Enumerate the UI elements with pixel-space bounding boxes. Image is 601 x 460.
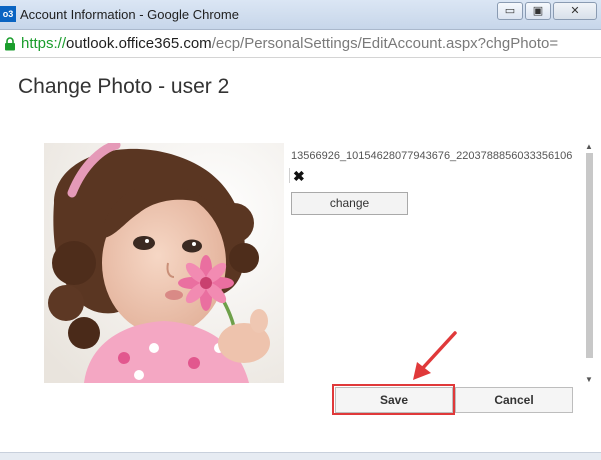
window-bottom-edge (0, 452, 601, 460)
cancel-button[interactable]: Cancel (455, 387, 573, 413)
page-title: Change Photo - user 2 (18, 75, 230, 98)
profile-photo (44, 143, 284, 383)
url-path: /ecp/PersonalSettings/EditAccount.aspx?c… (211, 35, 559, 52)
url-text[interactable]: https://outlook.office365.com/ecp/Person… (21, 35, 558, 52)
change-photo-button[interactable]: change (291, 192, 408, 215)
url-host: outlook.office365.com (66, 35, 212, 52)
remove-photo-icon[interactable]: ✖ (293, 168, 307, 184)
minimize-button[interactable]: ▭ (497, 2, 523, 20)
address-bar[interactable]: https://outlook.office365.com/ecp/Person… (0, 31, 601, 58)
annotation-arrow-icon (413, 331, 457, 380)
window-titlebar: o3 Account Information - Google Chrome ▭… (0, 0, 601, 30)
window-controls: ▭ ▣ ✕ (495, 2, 597, 20)
save-highlight-box (332, 384, 455, 415)
scroll-thumb[interactable] (586, 153, 593, 358)
scroll-down-icon[interactable]: ▼ (585, 376, 593, 384)
vertical-scrollbar[interactable]: ▲ ▼ (583, 143, 595, 386)
scroll-up-icon[interactable]: ▲ (585, 143, 593, 151)
divider (289, 168, 290, 183)
photo-filename: 13566926_10154628077943676_2203788856033… (291, 150, 573, 162)
outlook-app-icon: o3 (0, 6, 16, 22)
lock-icon (5, 37, 15, 51)
close-button[interactable]: ✕ (553, 2, 597, 20)
photo-illustration (44, 143, 284, 383)
url-scheme: https:// (21, 35, 67, 52)
window-title: Account Information - Google Chrome (20, 7, 239, 22)
maximize-button[interactable]: ▣ (525, 2, 551, 20)
